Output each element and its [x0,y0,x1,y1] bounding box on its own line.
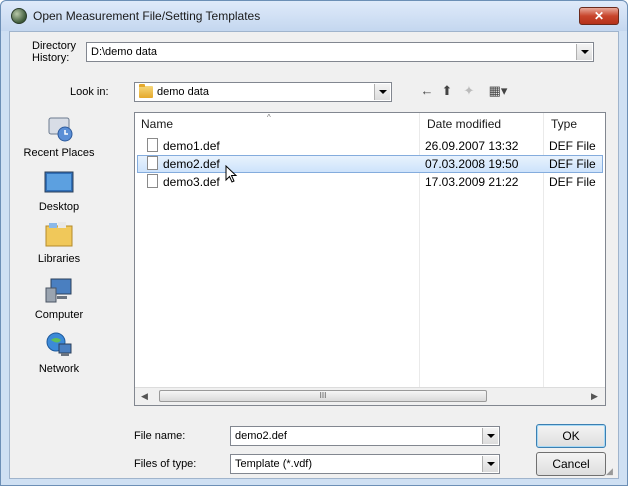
chevron-down-icon[interactable] [482,456,498,472]
look-in-combo[interactable]: demo data [134,82,392,102]
file-icon [147,156,158,170]
place-label: Libraries [37,253,81,265]
network-icon [46,332,72,356]
close-button[interactable]: ✕ [579,7,619,25]
file-type-cell: DEF File [549,157,596,171]
table-row-selected[interactable]: demo2.def 07.03.2008 19:50 DEF File [137,155,603,173]
file-date-cell: 07.03.2008 19:50 [425,157,519,171]
resize-grip-icon[interactable]: ◢ [606,466,613,477]
file-date-cell: 26.09.2007 13:32 [425,139,519,153]
view-menu-icon[interactable]: ▦▾ [486,84,510,98]
up-folder-icon[interactable]: ⬆ [440,84,454,98]
file-type-cell: DEF File [549,139,596,153]
place-network[interactable]: Network [18,330,100,375]
place-computer[interactable]: Computer [18,276,100,321]
scroll-left-icon[interactable]: ◀ [141,391,148,402]
file-name-label: File name: [134,430,186,442]
look-in-label: Look in: [70,86,109,98]
table-row[interactable]: demo3.def 17.03.2009 21:22 DEF File [137,173,603,191]
file-name-value: demo2.def [235,430,287,442]
new-folder-icon[interactable]: ✦ [462,84,476,98]
file-icon [147,174,158,188]
directory-history-combo[interactable]: D:\demo data [86,42,594,62]
computer-icon [45,278,72,303]
look-in-value-wrap: demo data [139,84,209,99]
files-of-type-value: Template (*.vdf) [235,458,313,470]
file-list[interactable]: Name ^ Date modified Type demo1.def 26.0… [134,112,606,406]
file-type-cell: DEF File [549,175,596,189]
place-label: Desktop [38,201,80,213]
desktop-icon [44,171,74,193]
scroll-right-icon[interactable]: ▶ [591,391,598,402]
dialog-window: Open Measurement File/Setting Templates … [0,0,628,486]
table-row[interactable]: demo1.def 26.09.2007 13:32 DEF File [137,137,603,155]
look-in-value: demo data [157,86,209,98]
files-of-type-combo[interactable]: Template (*.vdf) [230,454,500,474]
recent-places-icon [48,117,73,142]
directory-history-value: D:\demo data [91,46,158,58]
cancel-button[interactable]: Cancel [536,452,606,476]
place-recent-places[interactable]: Recent Places [18,114,100,159]
dialog-client: Directory History: D:\demo data Look in:… [9,31,619,479]
directory-history-label: Directory History: [32,40,77,64]
place-label: Network [38,363,80,375]
file-name-cell: demo1.def [163,139,220,153]
chevron-down-icon[interactable] [374,84,390,100]
folder-icon [139,84,153,99]
place-label: Computer [34,309,84,321]
column-header-type[interactable]: Type [545,113,605,135]
mouse-cursor-icon [225,165,238,183]
place-libraries[interactable]: Libraries [18,220,100,265]
back-arrow-icon[interactable]: ← [420,84,434,98]
chevron-down-icon[interactable] [482,428,498,444]
column-header-date[interactable]: Date modified [421,113,543,135]
file-name-combo[interactable]: demo2.def [230,426,500,446]
files-of-type-label: Files of type: [134,458,197,470]
file-date-cell: 17.03.2009 21:22 [425,175,519,189]
place-desktop[interactable]: Desktop [18,168,100,213]
file-name-cell: demo3.def [163,175,220,189]
libraries-icon [45,222,73,247]
chevron-down-icon[interactable] [576,44,592,60]
sort-ascending-icon: ^ [267,113,271,122]
file-icon [147,138,158,152]
horizontal-scrollbar[interactable]: ◀ III ▶ [135,387,605,405]
file-name-cell: demo2.def [163,157,220,171]
ok-button[interactable]: OK [536,424,606,448]
window-title: Open Measurement File/Setting Templates [33,9,261,23]
column-header-name[interactable]: Name [135,113,413,135]
title-bar[interactable]: Open Measurement File/Setting Templates … [1,1,627,31]
scroll-thumb[interactable]: III [159,390,487,402]
place-label: Recent Places [23,147,95,159]
app-icon [11,8,27,24]
